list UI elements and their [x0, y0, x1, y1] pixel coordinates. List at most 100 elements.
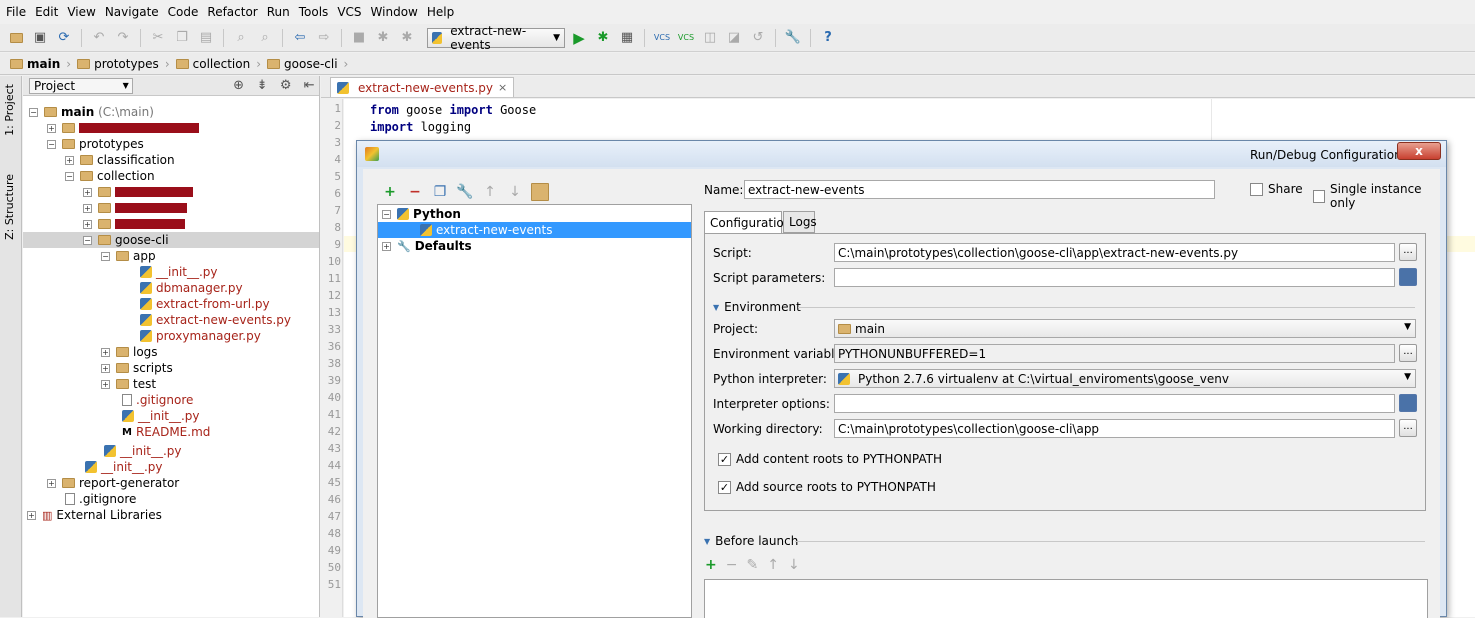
tree-item-main[interactable]: − main (C:\main) [29, 104, 154, 120]
redo-icon[interactable]: ↷ [113, 28, 133, 48]
copy-icon[interactable]: ❐ [172, 28, 192, 48]
bug-icon[interactable]: ✱ [373, 28, 393, 48]
run-icon[interactable]: ▶ [569, 28, 589, 48]
tab-configuration[interactable]: Configuration [704, 211, 791, 234]
find-icon[interactable]: ⌕ [231, 28, 251, 48]
content-roots-checkbox[interactable]: ✓ Add content roots to PYTHONPATH [718, 452, 942, 466]
name-input[interactable]: extract-new-events [744, 180, 1215, 199]
menu-tools[interactable]: Tools [299, 5, 329, 19]
arrow-down-icon[interactable]: ↓ [788, 557, 800, 573]
interp-options-input[interactable] [834, 394, 1395, 413]
paste-icon[interactable]: ▤ [196, 28, 216, 48]
collapse-icon[interactable]: − [65, 171, 74, 181]
breadcrumb-main[interactable]: main [10, 57, 60, 71]
undo-icon[interactable]: ↶ [89, 28, 109, 48]
folder-icon[interactable] [531, 183, 549, 201]
collapse-all-icon[interactable]: ⇟ [252, 76, 272, 96]
expand-icon[interactable]: + [65, 155, 74, 165]
workdir-input[interactable]: C:\main\prototypes\collection\goose-cli\… [834, 419, 1395, 438]
project-view-select[interactable]: Project ▼ [29, 77, 133, 94]
stop-icon[interactable]: ■ [349, 28, 369, 48]
collapse-icon[interactable]: − [47, 139, 56, 149]
remove-icon[interactable]: − [406, 183, 424, 201]
arrow-down-icon[interactable]: ↓ [506, 183, 524, 201]
tree-item-file[interactable]: __init__.py [140, 264, 218, 280]
tree-item-file[interactable]: .gitignore [122, 392, 193, 408]
menu-code[interactable]: Code [168, 5, 199, 19]
before-launch-section[interactable]: ▼ Before launch [704, 534, 798, 548]
checkbox[interactable] [1313, 189, 1326, 203]
menu-refactor[interactable]: Refactor [207, 5, 257, 19]
expand-icon[interactable]: + [83, 187, 92, 197]
env-vars-input[interactable]: PYTHONUNBUFFERED=1 [834, 344, 1395, 363]
expand-icon[interactable]: + [83, 203, 92, 213]
menu-file[interactable]: File [6, 5, 26, 19]
browse-button[interactable]: ... [1399, 344, 1417, 362]
copy-icon[interactable]: ❐ [431, 183, 449, 201]
breadcrumb-collection[interactable]: collection [175, 57, 250, 71]
breadcrumb-goose-cli[interactable]: goose-cli [267, 57, 338, 71]
before-launch-list[interactable] [704, 579, 1428, 618]
collapse-icon[interactable]: − [382, 209, 391, 219]
browse-button[interactable]: ... [1399, 243, 1417, 261]
run-config-select[interactable]: extract-new-events ▼ [427, 24, 565, 52]
edit-icon[interactable]: ✎ [746, 557, 758, 573]
tree-item-app[interactable]: − app [101, 248, 156, 264]
menu-view[interactable]: View [67, 5, 95, 19]
tree-item-prototypes[interactable]: − prototypes [47, 136, 144, 152]
menu-run[interactable]: Run [267, 5, 290, 19]
settings-icon[interactable]: 🔧 [783, 28, 803, 48]
browse-button[interactable]: ... [1399, 419, 1417, 437]
scroll-from-source-icon[interactable]: ⊕ [229, 76, 249, 96]
project-select[interactable]: main ▼ [834, 319, 1416, 338]
gear-icon[interactable]: ⚙ [276, 76, 296, 96]
replace-icon[interactable]: ⌕ [255, 28, 275, 48]
open-folder-icon[interactable] [6, 28, 26, 48]
tree-item-file[interactable]: proxymanager.py [140, 328, 261, 344]
checkbox-checked[interactable]: ✓ [718, 480, 731, 494]
tree-item-file[interactable]: __init__.py [122, 408, 200, 424]
tab-project[interactable]: 1: Project [3, 84, 16, 136]
tree-item[interactable]: + [83, 216, 185, 232]
collapse-icon[interactable]: − [29, 107, 38, 117]
interpreter-select[interactable]: Python 2.7.6 virtualenv at C:\virtual_en… [834, 369, 1416, 388]
share-checkbox[interactable]: Share [1250, 182, 1303, 196]
expand-icon[interactable]: + [27, 510, 36, 520]
tree-item-test[interactable]: + test [101, 376, 156, 392]
tree-item-collection[interactable]: − collection [65, 168, 155, 184]
menu-help[interactable]: Help [427, 5, 454, 19]
script-params-input[interactable] [834, 268, 1395, 287]
menu-window[interactable]: Window [371, 5, 418, 19]
tree-item-classification[interactable]: + classification [65, 152, 175, 168]
expand-icon[interactable]: + [47, 123, 56, 133]
tree-item-report-generator[interactable]: + report-generator [47, 475, 179, 491]
sync-icon[interactable]: ⟳ [54, 28, 74, 48]
tree-item[interactable]: + [83, 184, 193, 200]
checkbox[interactable] [1250, 182, 1263, 196]
tree-item-defaults[interactable]: + 🔧 Defaults [382, 238, 472, 254]
expand-icon[interactable]: + [101, 379, 110, 389]
tree-item-goose-cli[interactable]: − goose-cli [23, 232, 319, 248]
expand-editor-icon[interactable] [1399, 394, 1417, 412]
bug-icon[interactable]: ✱ [397, 28, 417, 48]
tree-item-file[interactable]: extract-new-events.py [140, 312, 291, 328]
tree-item[interactable]: + [47, 120, 199, 136]
back-icon[interactable]: ⇦ [290, 28, 310, 48]
close-icon[interactable]: × [498, 81, 507, 94]
menu-edit[interactable]: Edit [35, 5, 58, 19]
expand-icon[interactable]: + [382, 241, 391, 251]
add-icon[interactable]: + [705, 557, 717, 573]
save-icon[interactable]: ▣ [30, 28, 50, 48]
vcs-commit-icon[interactable]: VCS [676, 28, 696, 48]
tree-item-file[interactable]: M README.md [122, 424, 210, 440]
collapse-icon[interactable]: − [83, 235, 92, 245]
close-button[interactable]: x [1397, 142, 1441, 160]
tree-item-logs[interactable]: + logs [101, 344, 158, 360]
tree-item-external-libraries[interactable]: + ▥ External Libraries [27, 507, 162, 523]
tab-structure[interactable]: Z: Structure [3, 174, 16, 240]
cut-icon[interactable]: ✂ [148, 28, 168, 48]
expand-icon[interactable]: + [101, 347, 110, 357]
expand-editor-icon[interactable] [1399, 268, 1417, 286]
tree-item-python[interactable]: − Python [382, 206, 461, 222]
menu-vcs[interactable]: VCS [337, 5, 361, 19]
